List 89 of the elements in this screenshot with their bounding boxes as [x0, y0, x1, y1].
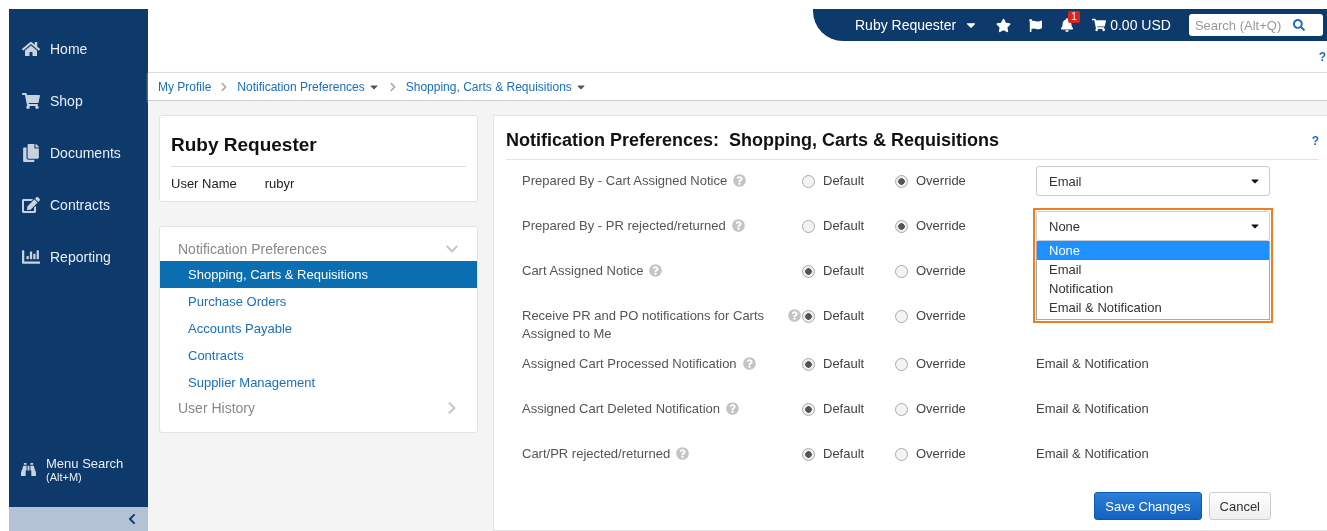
radio-option[interactable]: Default	[802, 394, 895, 418]
radio-button[interactable]	[895, 264, 908, 278]
help-link[interactable]: ?	[1311, 133, 1319, 148]
search-field[interactable]: Search (Alt+Q)	[1188, 14, 1323, 36]
chevron-left-icon	[126, 513, 138, 525]
bar-chart-icon	[22, 248, 40, 266]
radio-option[interactable]: Default	[802, 301, 895, 325]
menu-search-label: Menu Search	[46, 456, 124, 471]
sidebar-item[interactable]: Home	[9, 23, 148, 75]
cart-link[interactable]: 0.00 USD	[1092, 17, 1171, 33]
radio-option[interactable]: Override	[895, 301, 1036, 325]
radio-option[interactable]: Default	[802, 256, 895, 280]
flag-icon[interactable]	[1029, 18, 1043, 32]
radio-option[interactable]: Override	[895, 394, 1036, 418]
home-icon	[22, 40, 40, 58]
sidebar-item[interactable]: Reporting	[9, 231, 148, 283]
bell-icon[interactable]	[1060, 18, 1075, 32]
radio-button[interactable]	[802, 402, 815, 416]
radio-button[interactable]	[802, 309, 815, 323]
preference-label: Assigned Cart Deleted Notification	[522, 400, 720, 418]
nav-item[interactable]: Purchase Orders	[160, 288, 477, 315]
sidebar-item[interactable]: Documents	[9, 127, 148, 179]
sidebar-item[interactable]: Shop	[9, 75, 148, 127]
user-name: rubyr	[264, 176, 295, 191]
radio-option[interactable]: Default	[802, 349, 895, 373]
binoculars-icon	[21, 462, 36, 477]
radio-option[interactable]: Default	[802, 439, 895, 463]
edit-icon	[22, 196, 40, 214]
preference-label: Prepared By - Cart Assigned Notice	[522, 172, 728, 190]
preference-label: Prepared By - PR rejected/returned	[522, 217, 726, 235]
radio-button[interactable]	[895, 174, 908, 188]
radio-option[interactable]: Default	[802, 211, 895, 235]
profile-name: Ruby Requester	[171, 134, 466, 167]
notification-count: 1	[1068, 11, 1080, 23]
help-icon[interactable]	[731, 219, 745, 232]
sidebar-item[interactable]: Contracts	[9, 179, 148, 231]
cart-icon	[22, 92, 40, 110]
help-icon[interactable]	[726, 402, 739, 415]
radio-button[interactable]	[895, 309, 908, 323]
breadcrumb-link[interactable]: My Profile	[158, 79, 212, 94]
save-button[interactable]: Save Changes	[1094, 492, 1202, 520]
radio-button[interactable]	[802, 264, 815, 278]
breadcrumb-link[interactable]: Shopping, Carts & Requisitions	[405, 79, 587, 94]
help-icon[interactable]	[676, 447, 690, 460]
documents-icon	[22, 144, 40, 162]
cancel-button[interactable]: Cancel	[1208, 492, 1271, 520]
radio-button[interactable]	[802, 219, 815, 233]
select-field[interactable]: Email	[1036, 166, 1270, 196]
help-link[interactable]: ?	[1318, 50, 1326, 64]
radio-button[interactable]	[895, 447, 908, 461]
help-icon[interactable]	[649, 264, 663, 277]
radio-option[interactable]: Override	[895, 439, 1036, 463]
radio-option[interactable]: Override	[895, 166, 1036, 190]
preference-label: Receive PR and PO notifications for Carts Assigned to Me	[522, 307, 766, 343]
cart-icon	[1092, 18, 1107, 32]
nav-item[interactable]: Accounts Payable	[160, 315, 477, 342]
nav-item[interactable]: Supplier Management	[160, 369, 477, 396]
radio-option[interactable]: Default	[802, 166, 895, 190]
radio-option[interactable]: Override	[895, 256, 1036, 280]
panel-title: Notification Preferences: Shopping, Carts & Requisitions	[506, 130, 1000, 151]
menu-search-link[interactable]: Menu Search (Alt+M)	[9, 456, 148, 507]
preference-label: Cart/PR rejected/returned	[522, 445, 671, 463]
preference-value: Email & Notification	[1036, 400, 1149, 418]
radio-button[interactable]	[895, 219, 908, 233]
chevron-icon	[387, 81, 398, 92]
help-icon[interactable]	[742, 357, 756, 370]
preference-label: Assigned Cart Processed Notification	[522, 355, 737, 373]
preference-value: Email & Notification	[1036, 355, 1149, 373]
search-icon[interactable]	[1292, 19, 1305, 31]
nav-item[interactable]: Shopping, Carts & Requisitions	[160, 261, 477, 288]
radio-option[interactable]: Override	[895, 211, 1036, 235]
nav-item[interactable]: Contracts	[160, 342, 477, 369]
nav-section[interactable]: User History	[160, 396, 477, 420]
select-field[interactable]: None	[1036, 211, 1270, 241]
breadcrumb-link[interactable]: Notification Preferences	[237, 79, 380, 94]
radio-button[interactable]	[802, 447, 815, 461]
radio-button[interactable]	[895, 402, 908, 416]
radio-button[interactable]	[802, 357, 815, 371]
help-icon[interactable]	[733, 174, 747, 187]
radio-button[interactable]	[895, 357, 908, 371]
user-menu[interactable]: Ruby Requester	[855, 17, 979, 33]
shortcut-hint: (Alt+M)	[46, 471, 83, 483]
nav-section[interactable]: Notification Preferences	[160, 237, 477, 261]
radio-option[interactable]: Override	[895, 349, 1036, 373]
preference-value: Email & Notification	[1036, 445, 1149, 463]
preference-label: Cart Assigned Notice	[522, 262, 644, 280]
radio-button[interactable]	[802, 174, 815, 188]
star-icon[interactable]	[996, 17, 1012, 33]
field-label: User Name	[171, 176, 237, 191]
